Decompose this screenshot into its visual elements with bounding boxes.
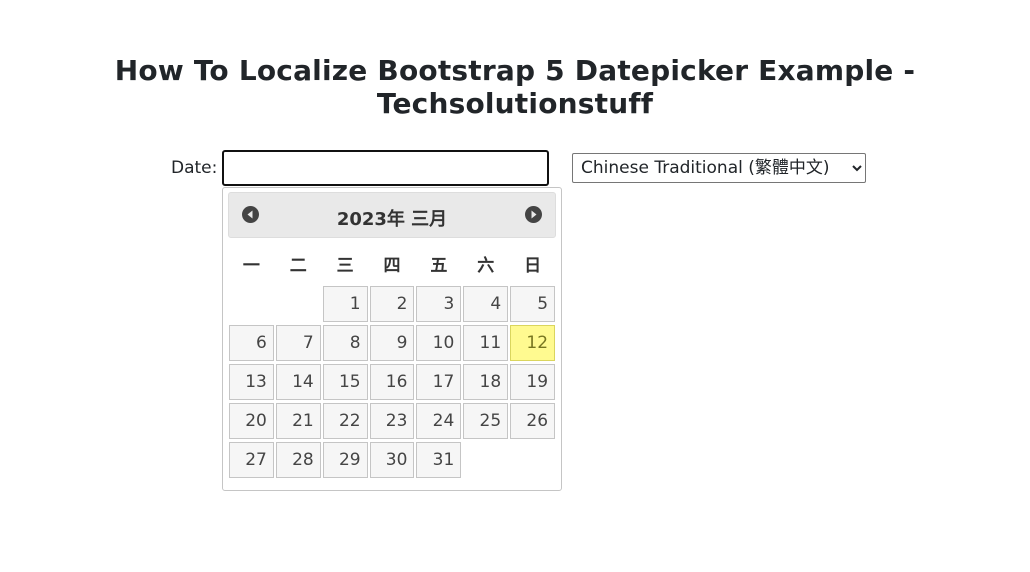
calendar-grid: 1 2 3 4 5 6 7 8 9 10 11 12 13 14 15 16 17 18 19 20 21 22 23 24 2… bbox=[228, 286, 556, 481]
calendar-day[interactable]: 14 bbox=[275, 364, 321, 400]
calendar-day[interactable]: 8 bbox=[322, 325, 368, 361]
calendar-day[interactable]: 28 bbox=[275, 442, 321, 478]
calendar-day[interactable]: 31 bbox=[416, 442, 462, 478]
calendar-week-row: 6 7 8 9 10 11 12 bbox=[228, 325, 556, 364]
date-input[interactable] bbox=[222, 150, 549, 186]
calendar-day[interactable]: 15 bbox=[322, 364, 368, 400]
calendar-week-row: 27 28 29 30 31 bbox=[228, 442, 556, 481]
calendar-day[interactable]: 13 bbox=[229, 364, 274, 400]
calendar-day[interactable]: 17 bbox=[416, 364, 462, 400]
calendar-day[interactable]: 23 bbox=[369, 403, 415, 439]
page: How To Localize Bootstrap 5 Datepicker E… bbox=[0, 0, 1030, 572]
calendar-day[interactable]: 26 bbox=[510, 403, 556, 439]
weekday-label: 一 bbox=[242, 255, 260, 276]
calendar-day[interactable]: 27 bbox=[229, 442, 274, 478]
calendar-day[interactable]: 9 bbox=[369, 325, 415, 361]
calendar-day[interactable]: 11 bbox=[463, 325, 509, 361]
calendar-day-today[interactable]: 12 bbox=[510, 325, 556, 361]
calendar-day[interactable]: 19 bbox=[510, 364, 556, 400]
weekday-label: 六 bbox=[477, 255, 495, 276]
weekday-header-row: 一 二 三 四 五 六 日 bbox=[228, 248, 556, 278]
calendar-day[interactable]: 29 bbox=[322, 442, 368, 478]
datepicker-popup: 2023年 三月 一 二 三 四 五 六 日 1 2 3 4 5 6 7 8 9 10 11 12 13… bbox=[222, 187, 562, 491]
page-title: How To Localize Bootstrap 5 Datepicker E… bbox=[114, 54, 916, 120]
calendar-day[interactable]: 16 bbox=[369, 364, 415, 400]
weekday-label: 五 bbox=[430, 255, 448, 276]
calendar-day[interactable]: 24 bbox=[416, 403, 462, 439]
calendar-empty-cell bbox=[229, 286, 274, 322]
date-label: Date: bbox=[171, 158, 218, 178]
calendar-day[interactable]: 25 bbox=[463, 403, 509, 439]
calendar-day[interactable]: 7 bbox=[275, 325, 321, 361]
calendar-day[interactable]: 4 bbox=[463, 286, 509, 322]
calendar-empty-cell bbox=[510, 442, 555, 478]
calendar-day[interactable]: 20 bbox=[229, 403, 274, 439]
calendar-day[interactable]: 1 bbox=[322, 286, 368, 322]
calendar-week-row: 12345 bbox=[228, 286, 556, 325]
weekday-label: 日 bbox=[524, 255, 542, 276]
weekday-label: 四 bbox=[383, 255, 401, 276]
weekday-label: 二 bbox=[289, 255, 307, 276]
calendar-day[interactable]: 21 bbox=[275, 403, 321, 439]
calendar-week-row: 13 14 15 16 17 18 19 bbox=[228, 364, 556, 403]
calendar-week-row: 20 21 22 23 24 25 26 bbox=[228, 403, 556, 442]
language-select[interactable]: Chinese Traditional (繁體中文) bbox=[572, 153, 866, 183]
calendar-day[interactable]: 30 bbox=[369, 442, 415, 478]
calendar-day[interactable]: 10 bbox=[416, 325, 462, 361]
calendar-day[interactable]: 5 bbox=[510, 286, 556, 322]
weekday-label: 三 bbox=[336, 255, 354, 276]
circle-triangle-right-icon[interactable] bbox=[525, 206, 542, 223]
calendar-day[interactable]: 6 bbox=[229, 325, 274, 361]
calendar-day[interactable]: 22 bbox=[322, 403, 368, 439]
calendar-day[interactable]: 3 bbox=[416, 286, 462, 322]
datepicker-header: 2023年 三月 bbox=[228, 192, 556, 238]
calendar-empty-cell bbox=[463, 442, 508, 478]
calendar-empty-cell bbox=[276, 286, 321, 322]
calendar-day[interactable]: 2 bbox=[369, 286, 415, 322]
calendar-day[interactable]: 18 bbox=[463, 364, 509, 400]
datepicker-title: 2023年 三月 bbox=[336, 209, 448, 230]
